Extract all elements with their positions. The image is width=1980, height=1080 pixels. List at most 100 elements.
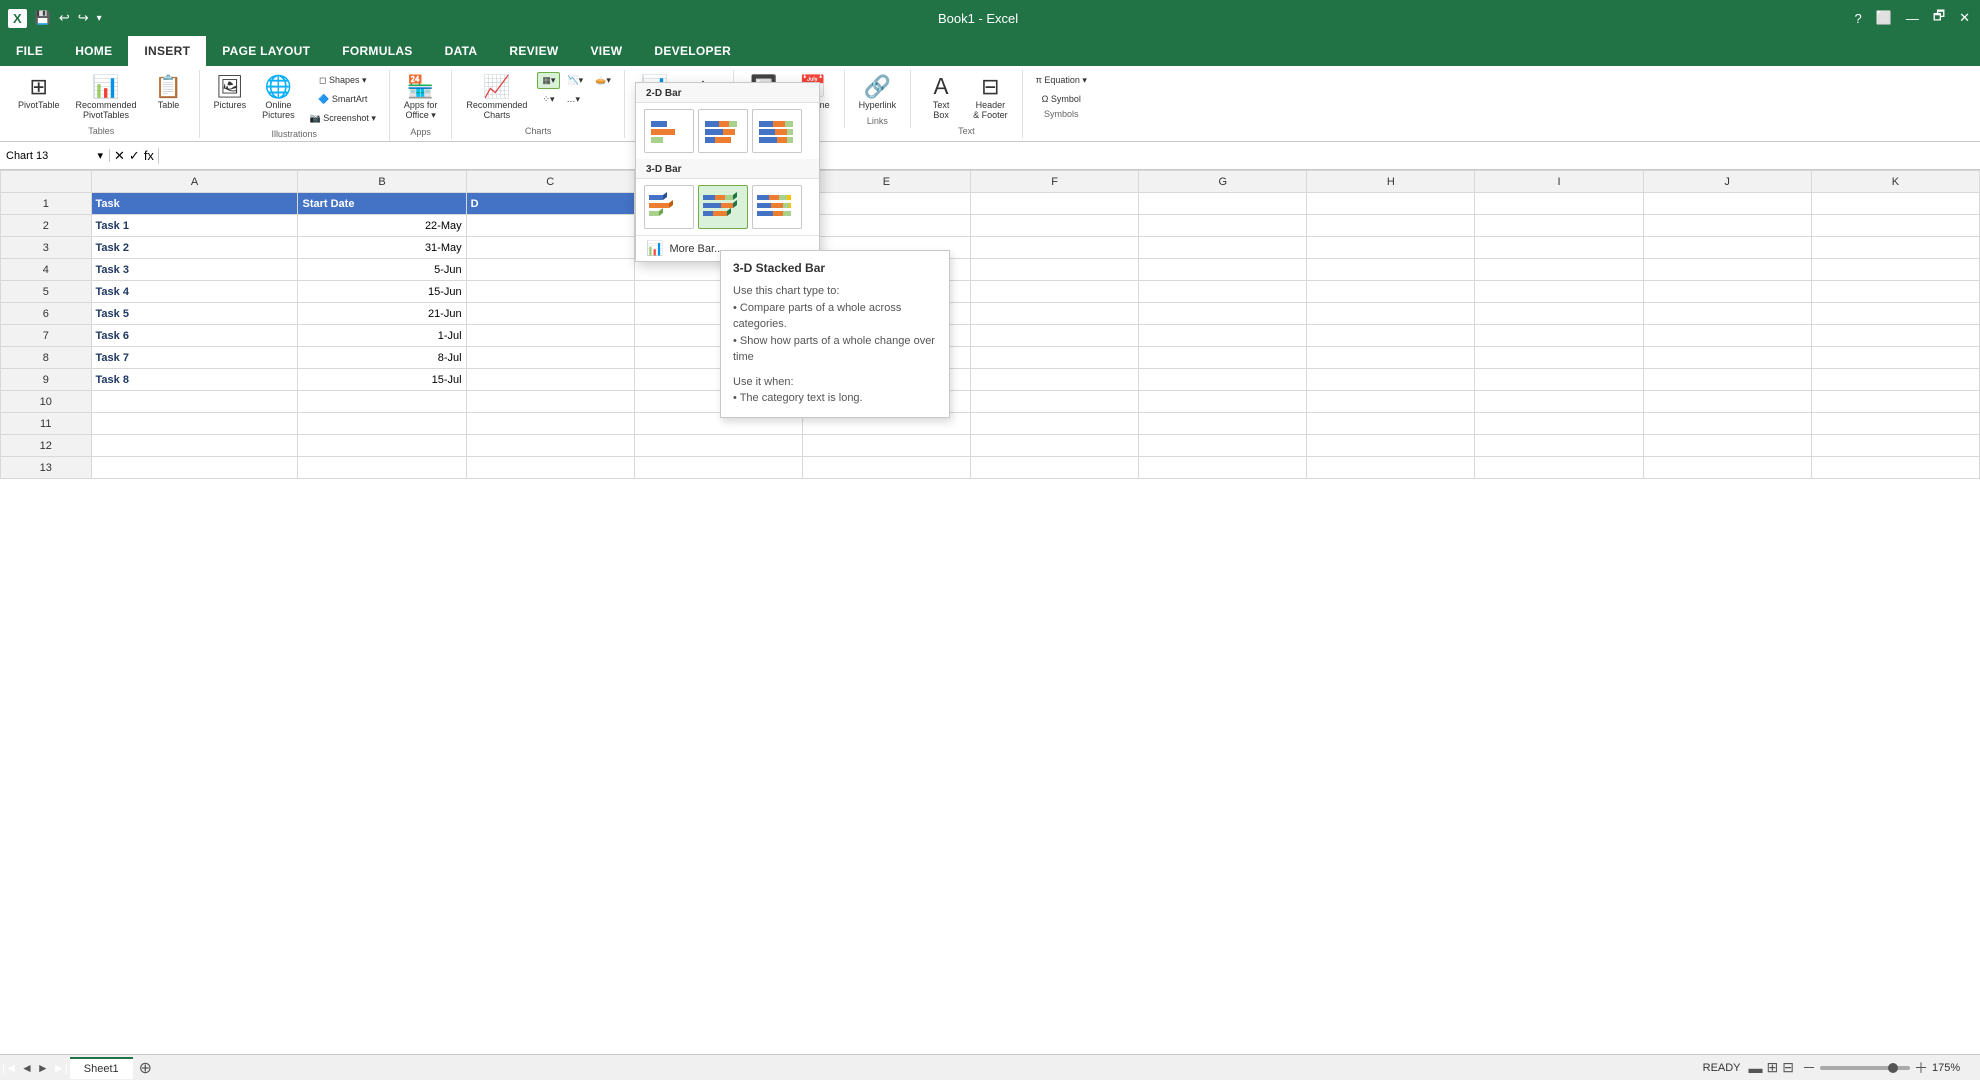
cell-H1[interactable] <box>1307 193 1475 215</box>
2d-stacked-bar-button[interactable] <box>698 109 748 153</box>
zoom-in-button[interactable]: ＋ <box>1914 1058 1928 1078</box>
cell-I10[interactable] <box>1475 391 1643 413</box>
cell-C12[interactable] <box>466 435 634 457</box>
bar-chart-button[interactable]: ▦▾ <box>537 72 560 89</box>
cell-I8[interactable] <box>1475 347 1643 369</box>
tab-developer[interactable]: DEVELOPER <box>638 36 747 66</box>
minimize-button[interactable]: — <box>1904 9 1921 28</box>
cell-F7[interactable] <box>971 325 1139 347</box>
add-sheet-button[interactable]: ⊕ <box>133 1056 158 1080</box>
cell-B9[interactable]: 15-Jul <box>298 369 466 391</box>
cell-H5[interactable] <box>1307 281 1475 303</box>
insert-function-button[interactable]: fx <box>144 148 154 163</box>
cell-A13[interactable] <box>91 457 298 479</box>
cell-E13[interactable] <box>802 457 970 479</box>
cell-I1[interactable] <box>1475 193 1643 215</box>
cell-J10[interactable] <box>1643 391 1811 413</box>
tab-insert[interactable]: INSERT <box>128 36 206 66</box>
cell-K7[interactable] <box>1811 325 1979 347</box>
scatter-chart-button[interactable]: ⁘▾ <box>537 91 559 108</box>
col-header-E[interactable]: E <box>802 171 970 193</box>
cell-G3[interactable] <box>1139 237 1307 259</box>
cell-F1[interactable] <box>971 193 1139 215</box>
cell-I7[interactable] <box>1475 325 1643 347</box>
cell-H11[interactable] <box>1307 413 1475 435</box>
cell-K6[interactable] <box>1811 303 1979 325</box>
cell-C8[interactable] <box>466 347 634 369</box>
tab-file[interactable]: FILE <box>0 36 59 66</box>
col-header-G[interactable]: G <box>1139 171 1307 193</box>
cell-G7[interactable] <box>1139 325 1307 347</box>
cell-E12[interactable] <box>802 435 970 457</box>
shapes-button[interactable]: ◻ Shapes ▾ <box>305 72 381 89</box>
cell-C10[interactable] <box>466 391 634 413</box>
cell-A1[interactable]: Task <box>91 193 298 215</box>
tab-page-layout[interactable]: PAGE LAYOUT <box>206 36 326 66</box>
cell-K2[interactable] <box>1811 215 1979 237</box>
restore-button[interactable]: 🗗 <box>1931 5 1947 31</box>
name-box[interactable]: Chart 13 ▾ <box>0 149 110 162</box>
cell-I11[interactable] <box>1475 413 1643 435</box>
cell-B8[interactable]: 8-Jul <box>298 347 466 369</box>
col-header-F[interactable]: F <box>971 171 1139 193</box>
cell-J6[interactable] <box>1643 303 1811 325</box>
cell-A9[interactable]: Task 8 <box>91 369 298 391</box>
cell-B3[interactable]: 31-May <box>298 237 466 259</box>
recommended-pivot-tables-button[interactable]: 📊 RecommendedPivotTables <box>70 72 143 124</box>
smartart-button[interactable]: 🔷 SmartArt <box>305 91 381 108</box>
tab-view[interactable]: VIEW <box>575 36 639 66</box>
col-header-C[interactable]: C <box>466 171 634 193</box>
customize-quick-access-button[interactable]: ▾ <box>95 11 104 26</box>
cell-F12[interactable] <box>971 435 1139 457</box>
sheet-nav-prev[interactable]: ◄ <box>19 1059 35 1077</box>
cell-E2[interactable] <box>802 215 970 237</box>
cell-J11[interactable] <box>1643 413 1811 435</box>
cell-A10[interactable] <box>91 391 298 413</box>
cell-C5[interactable] <box>466 281 634 303</box>
cell-H13[interactable] <box>1307 457 1475 479</box>
col-header-J[interactable]: J <box>1643 171 1811 193</box>
page-break-view-button[interactable]: ⊟ <box>1782 1059 1794 1076</box>
pictures-button[interactable]: 🖼 Pictures <box>208 72 253 114</box>
cell-B11[interactable] <box>298 413 466 435</box>
cell-A6[interactable]: Task 5 <box>91 303 298 325</box>
cell-H10[interactable] <box>1307 391 1475 413</box>
cell-A11[interactable] <box>91 413 298 435</box>
cell-G4[interactable] <box>1139 259 1307 281</box>
cell-I2[interactable] <box>1475 215 1643 237</box>
cell-B10[interactable] <box>298 391 466 413</box>
table-button[interactable]: 📋 Table <box>147 72 191 114</box>
zoom-slider[interactable] <box>1820 1066 1910 1070</box>
cell-C2[interactable] <box>466 215 634 237</box>
cell-I3[interactable] <box>1475 237 1643 259</box>
col-header-B[interactable]: B <box>298 171 466 193</box>
symbol-button[interactable]: Ω Symbol <box>1031 91 1092 107</box>
more-charts-button[interactable]: …▾ <box>561 91 585 108</box>
cell-K8[interactable] <box>1811 347 1979 369</box>
col-header-I[interactable]: I <box>1475 171 1643 193</box>
cell-G13[interactable] <box>1139 457 1307 479</box>
3d-100percent-bar-button[interactable] <box>752 185 802 229</box>
cell-D13[interactable] <box>634 457 802 479</box>
cell-G9[interactable] <box>1139 369 1307 391</box>
cell-A2[interactable]: Task 1 <box>91 215 298 237</box>
cell-H3[interactable] <box>1307 237 1475 259</box>
save-button[interactable]: 💾 <box>33 8 53 28</box>
cell-G10[interactable] <box>1139 391 1307 413</box>
cell-C6[interactable] <box>466 303 634 325</box>
tab-home[interactable]: HOME <box>59 36 128 66</box>
cell-J7[interactable] <box>1643 325 1811 347</box>
cell-F4[interactable] <box>971 259 1139 281</box>
col-header-H[interactable]: H <box>1307 171 1475 193</box>
header-footer-button[interactable]: ⊟ Header& Footer <box>967 72 1014 124</box>
cell-J2[interactable] <box>1643 215 1811 237</box>
cell-K11[interactable] <box>1811 413 1979 435</box>
pie-chart-button[interactable]: 🥧▾ <box>590 72 616 89</box>
cell-K1[interactable] <box>1811 193 1979 215</box>
sheet-nav-next[interactable]: ► <box>35 1059 51 1077</box>
cell-F11[interactable] <box>971 413 1139 435</box>
cell-G8[interactable] <box>1139 347 1307 369</box>
text-box-button[interactable]: Ａ TextBox <box>919 72 963 124</box>
col-header-K[interactable]: K <box>1811 171 1979 193</box>
help-button[interactable]: ? <box>1852 9 1863 28</box>
